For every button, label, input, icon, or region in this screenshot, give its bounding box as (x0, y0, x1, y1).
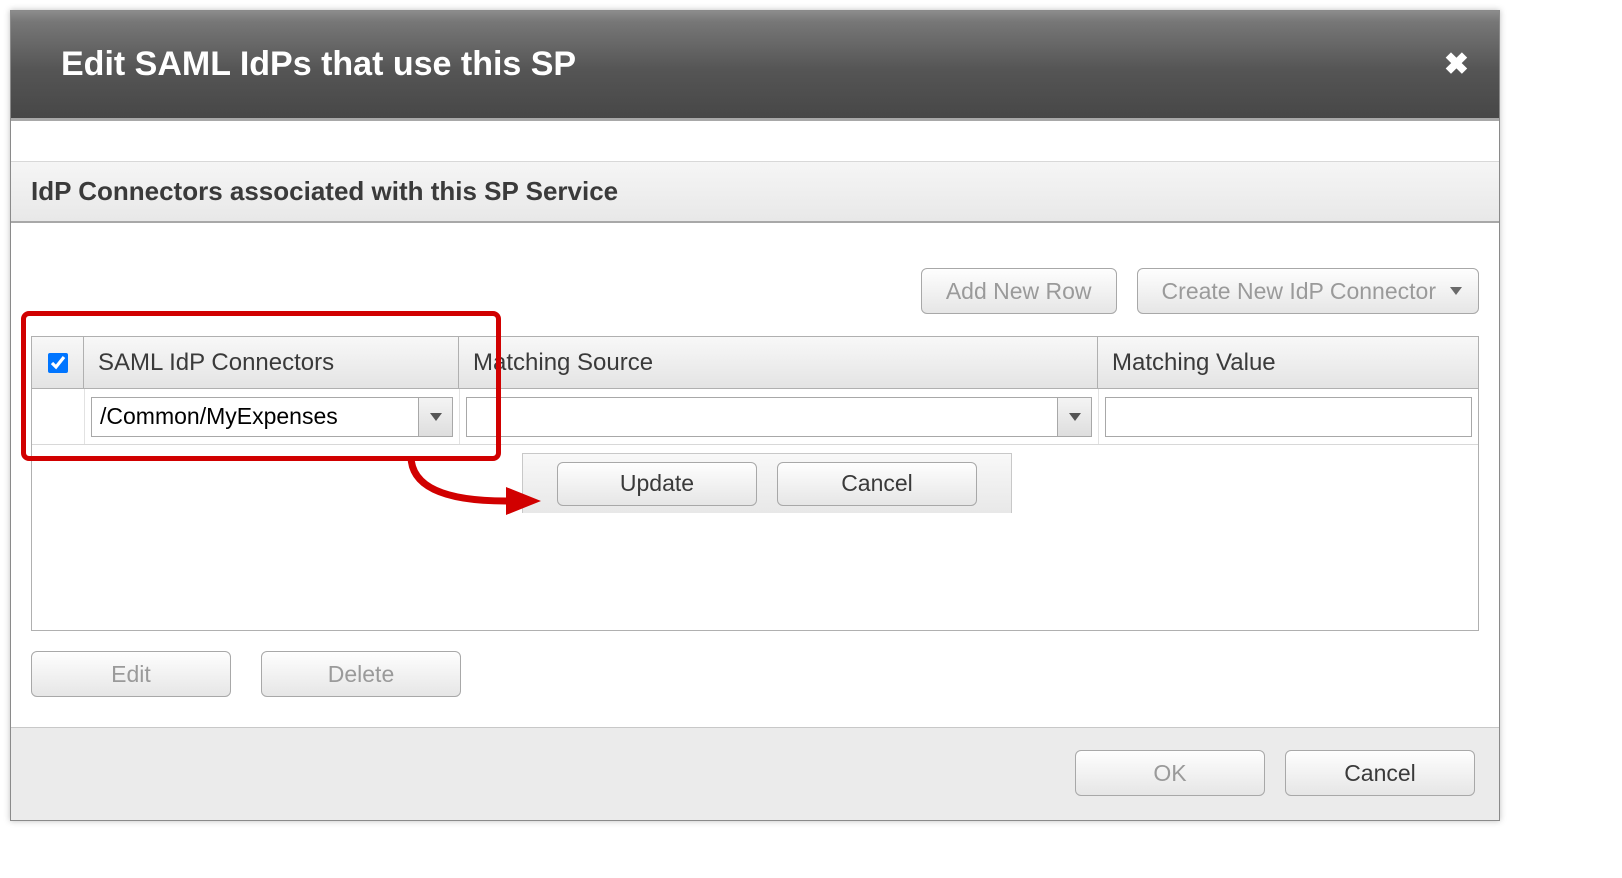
caret-down-icon (1450, 287, 1462, 295)
close-icon[interactable]: ✖ (1444, 47, 1469, 82)
delete-button[interactable]: Delete (261, 651, 461, 697)
dialog-content: IdP Connectors associated with this SP S… (11, 161, 1499, 727)
create-new-idp-connector-button[interactable]: Create New IdP Connector (1137, 268, 1479, 314)
dialog-footer: OK Cancel (11, 727, 1499, 820)
saml-idp-connector-select[interactable] (91, 397, 453, 437)
update-button[interactable]: Update (557, 462, 757, 506)
header-matching-value[interactable]: Matching Value (1098, 337, 1478, 388)
matching-source-input[interactable] (467, 398, 1057, 436)
chevron-down-icon[interactable] (418, 398, 452, 436)
create-new-idp-connector-label: Create New IdP Connector (1162, 278, 1436, 305)
row-checkbox-cell (32, 389, 84, 444)
dialog-title: Edit SAML IdPs that use this SP (61, 45, 576, 84)
idp-connectors-table: SAML IdP Connectors Matching Source Matc… (31, 336, 1479, 631)
header-matching-source[interactable]: Matching Source (459, 337, 1098, 388)
table-row (32, 389, 1478, 445)
cancel-dialog-button[interactable]: Cancel (1285, 750, 1475, 796)
ok-button[interactable]: OK (1075, 750, 1265, 796)
matching-source-select[interactable] (466, 397, 1092, 437)
cancel-row-button[interactable]: Cancel (777, 462, 977, 506)
edit-button[interactable]: Edit (31, 651, 231, 697)
dialog-titlebar: Edit SAML IdPs that use this SP ✖ (11, 11, 1499, 121)
row-source-cell (459, 389, 1098, 444)
edit-saml-idps-dialog: Edit SAML IdPs that use this SP ✖ IdP Co… (10, 10, 1500, 821)
header-connectors[interactable]: SAML IdP Connectors (84, 337, 459, 388)
add-new-row-button[interactable]: Add New Row (921, 268, 1117, 314)
matching-value-input[interactable] (1105, 397, 1472, 437)
table-top-toolbar: Add New Row Create New IdP Connector (11, 223, 1499, 336)
header-checkbox-cell (32, 337, 84, 388)
chevron-down-icon[interactable] (1057, 398, 1091, 436)
row-value-cell (1098, 389, 1478, 444)
row-action-bar: Update Cancel (522, 453, 1012, 513)
table-header-row: SAML IdP Connectors Matching Source Matc… (32, 337, 1478, 389)
select-all-checkbox[interactable] (48, 353, 68, 373)
section-heading: IdP Connectors associated with this SP S… (11, 161, 1499, 223)
row-connector-cell (84, 389, 459, 444)
table-footer-toolbar: Edit Delete (11, 631, 1499, 727)
saml-idp-connector-input[interactable] (92, 398, 418, 436)
